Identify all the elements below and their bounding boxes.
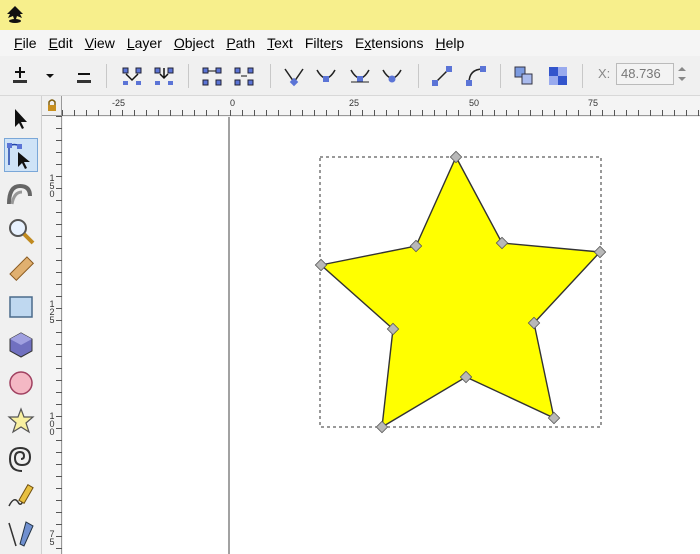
- delete-segment-icon[interactable]: [232, 64, 256, 88]
- hruler-label: 25: [349, 98, 360, 108]
- segment-to-line-icon[interactable]: [430, 64, 454, 88]
- menu-filters[interactable]: Filters: [299, 30, 349, 56]
- pencil-icon: [8, 484, 34, 507]
- pen-tool[interactable]: [4, 516, 38, 550]
- menu-bar: File Edit View Layer Object Path Text Fi…: [0, 30, 700, 56]
- ruler-icon: [9, 256, 35, 282]
- node-tool[interactable]: [4, 138, 38, 172]
- tweak-tool[interactable]: [4, 176, 38, 210]
- auto-smooth-node-icon[interactable]: [380, 64, 404, 88]
- segment-to-curve-icon[interactable]: [464, 64, 488, 88]
- spiral-icon: [8, 446, 32, 472]
- spiral-tool[interactable]: [4, 442, 38, 476]
- menu-path[interactable]: Path: [220, 30, 261, 56]
- 3d-box-icon: [9, 332, 33, 358]
- inkscape-logo-icon: [7, 6, 23, 23]
- menu-edit[interactable]: Edit: [43, 30, 79, 56]
- x-coordinate-input[interactable]: 48.736: [616, 63, 674, 85]
- rectangle-tool[interactable]: [4, 290, 38, 324]
- zoom-tool[interactable]: [4, 214, 38, 248]
- measure-tool[interactable]: [4, 252, 38, 286]
- insert-node-icon[interactable]: [8, 64, 32, 88]
- vruler-label: 7 5: [49, 529, 55, 547]
- horizontal-ruler[interactable]: -25 0 25 50 75: [62, 96, 700, 116]
- hruler-label: 50: [469, 98, 480, 108]
- pencil-tool[interactable]: [4, 480, 38, 514]
- delete-node-icon[interactable]: [72, 64, 96, 88]
- menu-layer[interactable]: Layer: [121, 30, 168, 56]
- node-editor-icon: [7, 143, 30, 169]
- rectangle-icon: [9, 296, 33, 318]
- break-path-icon[interactable]: [152, 64, 176, 88]
- menu-help[interactable]: Help: [429, 30, 470, 56]
- canvas-drawing: [228, 117, 607, 554]
- pen-icon: [8, 521, 34, 547]
- x-spinner-icon[interactable]: [675, 63, 689, 85]
- join-segment-icon[interactable]: [200, 64, 224, 88]
- smooth-node-icon[interactable]: [314, 64, 338, 88]
- node-tool-controls-bar: [0, 56, 700, 96]
- cusp-node-icon[interactable]: [282, 64, 306, 88]
- star-icon: [7, 407, 35, 434]
- arrow-pointer-icon: [15, 109, 27, 129]
- star-shape: [319, 155, 602, 429]
- symmetric-node-icon[interactable]: [348, 64, 372, 88]
- path-node: [449, 150, 463, 164]
- join-nodes-icon[interactable]: [120, 64, 144, 88]
- lock-icon: [48, 99, 56, 111]
- horizontal-ruler-ticks: [62, 110, 699, 116]
- title-bar: [0, 0, 700, 30]
- toolbox: [0, 96, 42, 554]
- object-to-path-icon[interactable]: [512, 64, 536, 88]
- menu-text[interactable]: Text: [261, 30, 299, 56]
- ellipse-tool[interactable]: [4, 366, 38, 400]
- drawing-canvas[interactable]: [63, 117, 700, 554]
- x-coordinate-label: X:: [598, 66, 611, 81]
- menu-file[interactable]: File: [8, 30, 43, 56]
- menu-view[interactable]: View: [79, 30, 121, 56]
- circle-icon: [9, 371, 33, 395]
- dropdown-arrow-icon[interactable]: [38, 64, 62, 88]
- hruler-label: 75: [588, 98, 599, 108]
- vruler-label: 1 2 5: [49, 299, 55, 325]
- hruler-label: -25: [112, 98, 126, 108]
- selector-tool[interactable]: [4, 102, 38, 136]
- 3d-box-tool[interactable]: [4, 328, 38, 362]
- vruler-label: 1 5 0: [49, 173, 55, 199]
- magnifier-icon: [9, 219, 35, 245]
- ruler-corner: [42, 96, 62, 116]
- menu-object[interactable]: Object: [168, 30, 220, 56]
- stroke-to-path-icon[interactable]: [546, 64, 570, 88]
- menu-extensions[interactable]: Extensions: [349, 30, 430, 56]
- hruler-label: 0: [230, 98, 236, 108]
- tweak-wave-icon: [7, 183, 32, 205]
- star-tool[interactable]: [4, 404, 38, 438]
- vruler-label: 1 0 0: [49, 411, 55, 437]
